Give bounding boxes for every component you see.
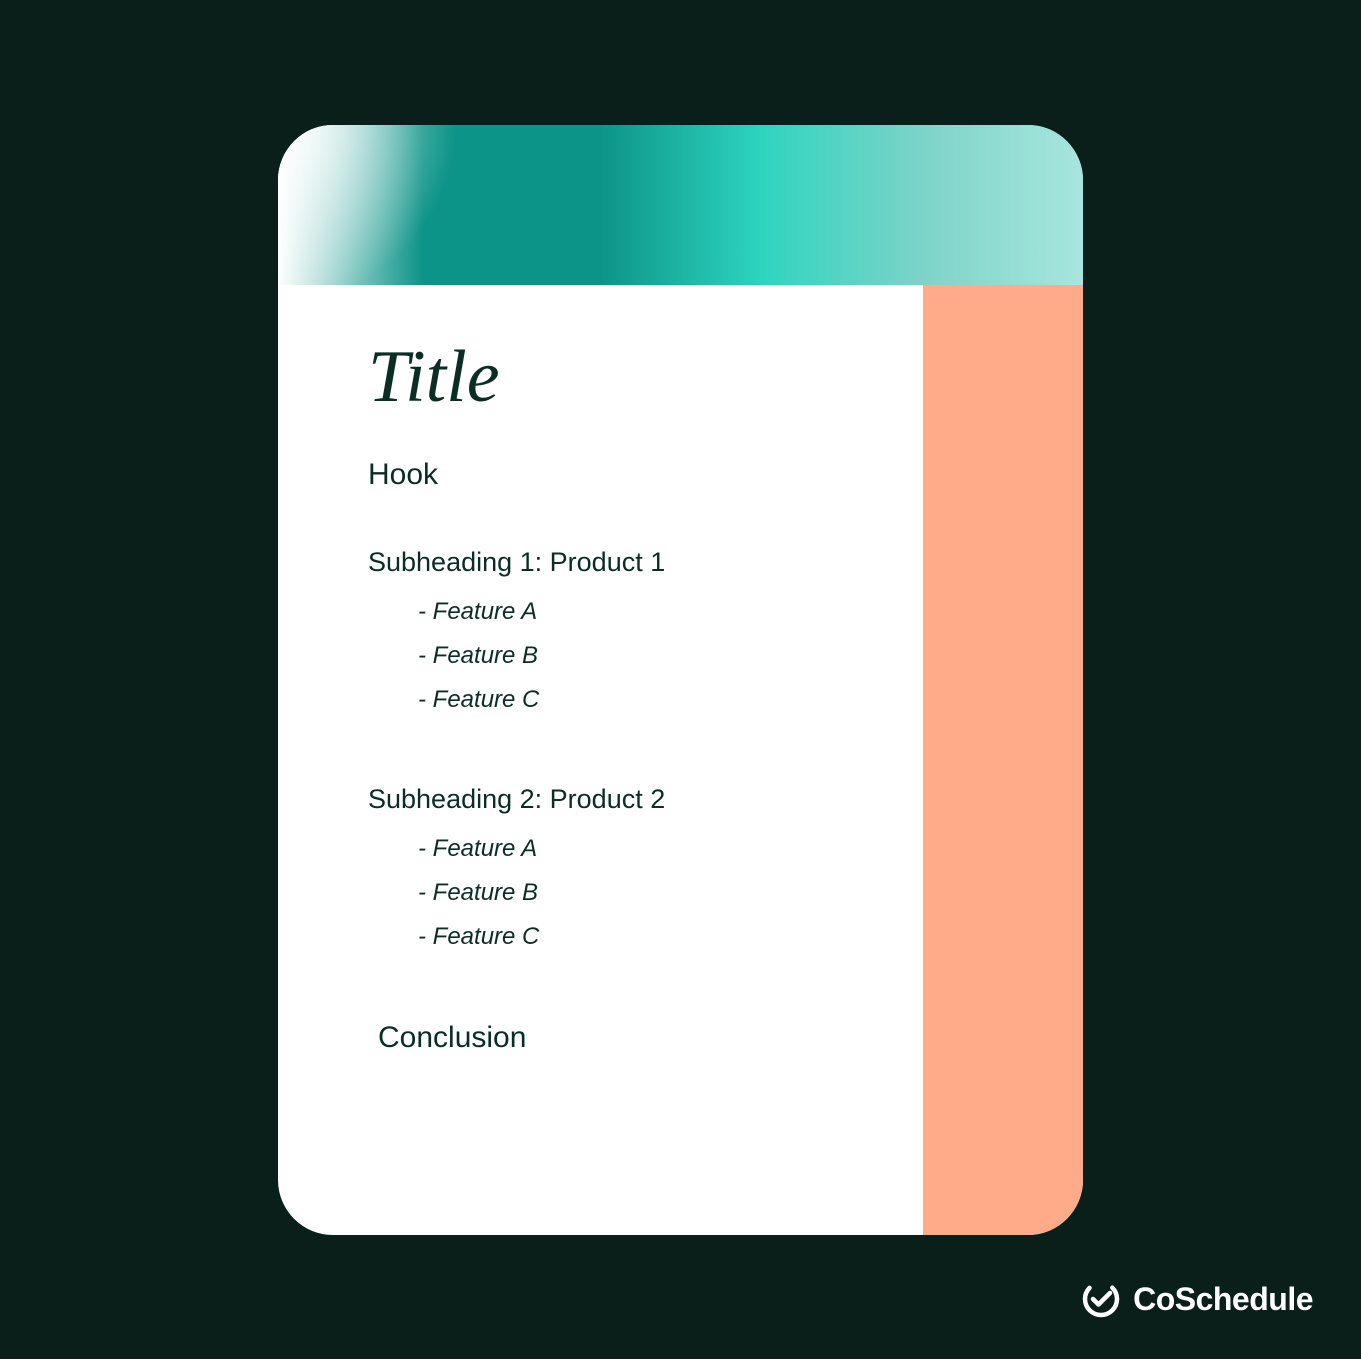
peach-sidebar-stripe	[923, 285, 1083, 1235]
section-2: Subheading 2: Product 2 Feature A Featur…	[368, 784, 833, 951]
feature-item: Feature A	[418, 598, 833, 626]
hook-label: Hook	[368, 458, 833, 492]
subheading-1: Subheading 1: Product 1	[368, 547, 833, 578]
card-header-gradient	[278, 125, 1083, 285]
content-area: Title Hook Subheading 1: Product 1 Featu…	[278, 285, 923, 1235]
feature-item: Feature C	[418, 923, 833, 951]
subheading-2: Subheading 2: Product 2	[368, 784, 833, 815]
section-1: Subheading 1: Product 1 Feature A Featur…	[368, 547, 833, 714]
feature-item: Feature B	[418, 642, 833, 670]
feature-list-2: Feature A Feature B Feature C	[368, 835, 833, 951]
feature-item: Feature C	[418, 686, 833, 714]
feature-item: Feature A	[418, 835, 833, 863]
outline-card: Title Hook Subheading 1: Product 1 Featu…	[278, 125, 1083, 1235]
feature-item: Feature B	[418, 879, 833, 907]
feature-list-1: Feature A Feature B Feature C	[368, 598, 833, 714]
coschedule-icon	[1081, 1279, 1121, 1319]
brand-name: CoSchedule	[1133, 1281, 1313, 1318]
conclusion-label: Conclusion	[368, 1021, 833, 1055]
card-body: Title Hook Subheading 1: Product 1 Featu…	[278, 285, 1083, 1235]
title-heading: Title	[368, 335, 833, 420]
brand-logo: CoSchedule	[1081, 1279, 1313, 1319]
